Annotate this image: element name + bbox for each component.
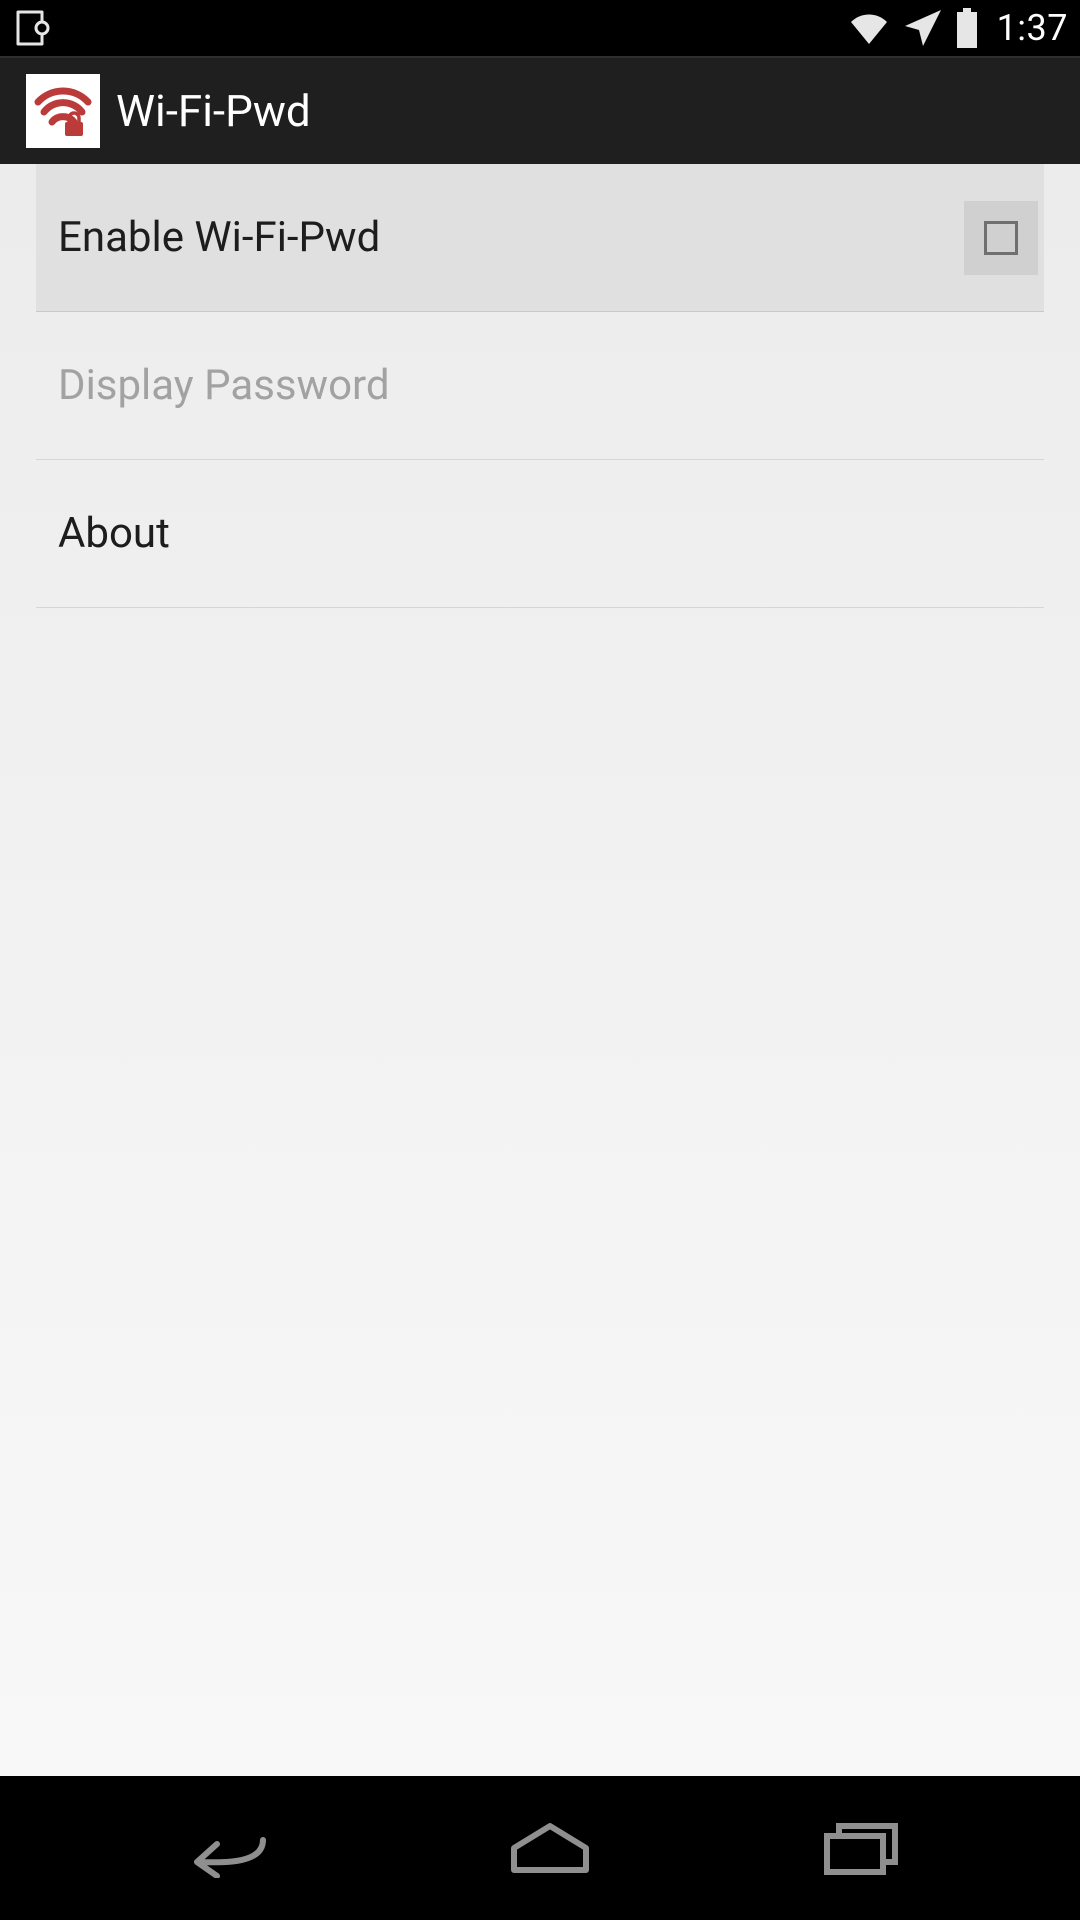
enable-wifi-pwd-item[interactable]: Enable Wi-Fi-Pwd	[36, 164, 1044, 312]
recent-apps-button[interactable]	[813, 1818, 913, 1878]
checkbox-unchecked-icon	[984, 221, 1018, 255]
enable-wifi-pwd-checkbox[interactable]	[964, 201, 1038, 275]
app-title: Wi-Fi-Pwd	[116, 85, 311, 137]
display-password-item: Display Password	[36, 312, 1044, 460]
navigation-bar	[0, 1776, 1080, 1920]
app-icon	[26, 74, 100, 148]
wifi-icon	[847, 10, 891, 46]
enable-wifi-pwd-label: Enable Wi-Fi-Pwd	[36, 213, 380, 262]
about-item[interactable]: About	[36, 460, 1044, 608]
back-button[interactable]	[167, 1818, 287, 1878]
display-password-label: Display Password	[36, 361, 390, 410]
airplane-mode-icon	[903, 8, 943, 48]
about-label: About	[36, 509, 170, 558]
action-bar: Wi-Fi-Pwd	[0, 56, 1080, 164]
status-bar: 1:37	[0, 0, 1080, 56]
home-button[interactable]	[500, 1818, 600, 1878]
content-area: Enable Wi-Fi-Pwd Display Password About	[0, 164, 1080, 1776]
status-time: 1:37	[997, 7, 1068, 49]
battery-icon	[955, 8, 979, 48]
puzzle-piece-icon	[12, 8, 52, 48]
